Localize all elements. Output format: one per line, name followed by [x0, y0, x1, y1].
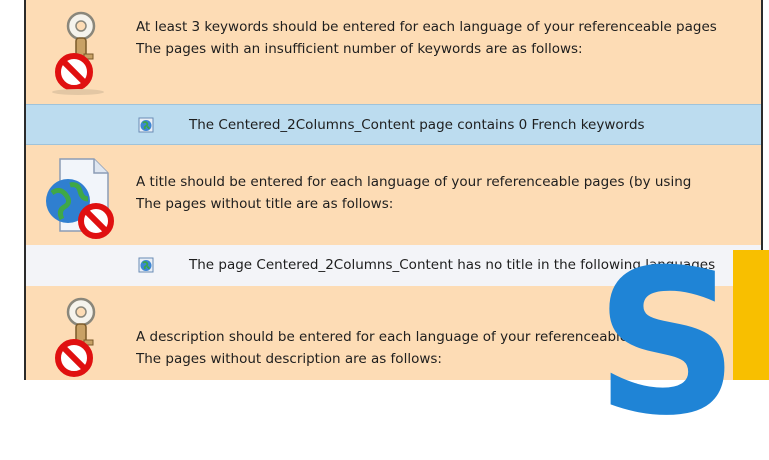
key-forbidden-icon: [52, 11, 104, 95]
warning-line: The pages without title are as follows:: [136, 196, 394, 212]
logo-bar: [733, 250, 769, 380]
page-name[interactable]: Centered_2Columns_Content: [256, 257, 453, 273]
text-prefix: The page: [189, 257, 257, 273]
list-item-text: The Centered_2Columns_Content page conta…: [189, 115, 645, 135]
title-warning-text: A title should be entered for each langu…: [136, 171, 761, 215]
text-suffix: page contains 0 French keywords: [414, 117, 645, 133]
warning-line: At least 3 keywords should be entered fo…: [136, 19, 717, 35]
page-name[interactable]: Centered_2Columns_Content: [218, 117, 415, 133]
text-prefix: The: [189, 117, 219, 133]
warning-line: The pages with an insufficient number of…: [136, 41, 583, 57]
warning-line: A title should be entered for each langu…: [136, 174, 692, 190]
globe-document-forbidden-icon: [46, 158, 114, 239]
s-logo-icon: S: [595, 227, 740, 460]
keywords-warning-text: At least 3 keywords should be entered fo…: [136, 16, 761, 60]
key-forbidden-icon: [55, 297, 96, 377]
keywords-warning-block: At least 3 keywords should be entered fo…: [26, 0, 761, 104]
globe-page-icon: [138, 257, 154, 273]
list-item[interactable]: The Centered_2Columns_Content page conta…: [26, 104, 761, 145]
globe-page-icon: [138, 117, 154, 133]
